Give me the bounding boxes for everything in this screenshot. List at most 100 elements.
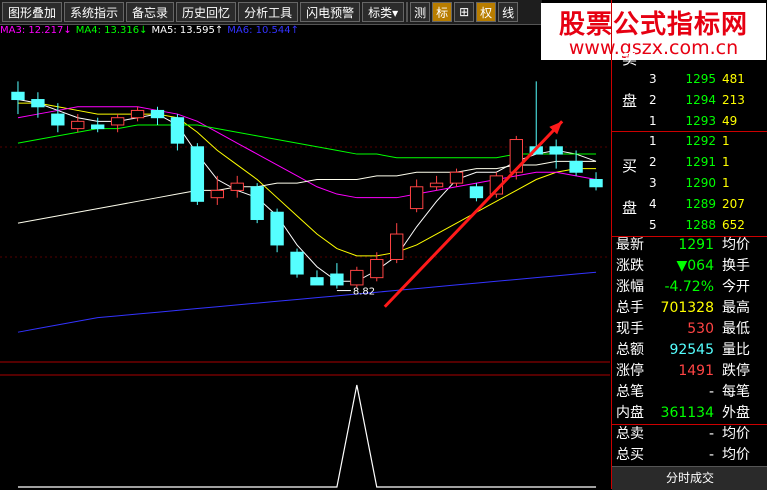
sell-side-label: 卖 — [622, 50, 638, 68]
order-volume: 49 — [722, 114, 738, 128]
candle-body — [449, 171, 464, 184]
order-volume: 1 — [722, 155, 730, 169]
ma-legend-item: MA6: 10.544↑ — [227, 25, 299, 36]
candle-body — [11, 91, 25, 101]
measure-icon[interactable]: 测 — [410, 2, 431, 22]
toolbar-button-6[interactable]: 标类▾ — [362, 2, 405, 22]
toolbar-button-4[interactable]: 分析工具 — [238, 2, 299, 22]
buy-order-row[interactable]: 2 1291 1 — [612, 155, 767, 176]
order-price: 1291 — [685, 155, 716, 169]
ma-legend-item: MA4: 13.316↓ — [75, 25, 148, 36]
toolbar: 图形叠加 系统指示 备忘录 历史回忆 分析工具 闪电预警 标类▾ 测标 ⊞ 权线 — [0, 0, 542, 25]
candle-body — [390, 233, 404, 260]
order-level: 3 — [649, 72, 657, 86]
order-volume: 213 — [722, 93, 745, 107]
tick-detail-button[interactable]: 分时成交 — [612, 466, 767, 490]
quote-row: 总买 - 均价 — [612, 445, 767, 466]
order-price: 1293 — [685, 114, 716, 128]
grid-icon[interactable]: ⊞ — [454, 2, 475, 22]
quote-value: - — [708, 447, 714, 463]
buy-order-row[interactable]: 1 1292 1 — [612, 134, 767, 155]
indicator-line — [17, 384, 597, 488]
order-level: 1 — [649, 114, 657, 128]
quote-row: 总额 92545 量比 — [612, 340, 767, 361]
quote-value: 530 — [687, 321, 714, 337]
candle-body — [589, 179, 603, 188]
candle-body — [270, 211, 284, 246]
quote-row: 涨幅 -4.72% 今开 — [612, 277, 767, 298]
order-price: 1288 — [685, 218, 716, 232]
quote-key-secondary: 均价 — [722, 447, 750, 463]
quote-row: 涨停 1491 跌停 — [612, 361, 767, 382]
order-price: 1295 — [685, 72, 716, 86]
order-volume: 481 — [722, 72, 745, 86]
order-level: 1 — [649, 134, 657, 148]
order-price: 1290 — [685, 176, 716, 190]
quote-key-secondary: 最低 — [722, 321, 750, 337]
order-price: 1289 — [685, 197, 716, 211]
candle-body — [150, 109, 165, 119]
quote-row: 总手 701328 最高 — [612, 298, 767, 319]
candle-body — [31, 99, 45, 108]
toolbar-button-1[interactable]: 系统指示 — [64, 2, 125, 22]
order-level: 3 — [649, 176, 657, 190]
quote-row: 最新 1291 均价 — [612, 235, 767, 256]
quote-value: - — [708, 384, 714, 400]
quote-key-secondary: 量比 — [722, 342, 750, 358]
order-volume: 207 — [722, 197, 745, 211]
candle-body — [350, 269, 364, 286]
candle-body — [230, 182, 244, 191]
quote-value: -4.72% — [664, 279, 714, 295]
candle-body — [51, 113, 65, 126]
order-volume: 652 — [722, 218, 745, 232]
quote-value: 361134 — [660, 405, 714, 421]
ma-line-ma3 — [17, 99, 597, 282]
candle-body — [170, 117, 185, 144]
line-icon[interactable]: 线 — [498, 2, 519, 22]
candle-body — [409, 186, 424, 210]
quote-key-secondary: 外盘 — [722, 405, 750, 421]
sell-order-row[interactable]: 2 1294 213 — [612, 93, 767, 114]
candle-body — [130, 109, 145, 119]
quote-value: 92545 — [669, 342, 714, 358]
order-price: 1292 — [685, 134, 716, 148]
toolbar-separator — [406, 2, 409, 22]
toolbar-button-5[interactable]: 闪电预警 — [300, 2, 361, 22]
quote-key-secondary: 换手 — [722, 258, 750, 274]
ma-legend-item: MA3: 12.217↓ — [0, 25, 72, 36]
quote-key-secondary: 跌停 — [722, 363, 750, 379]
buy-order-row[interactable]: 4 1289 207 — [612, 197, 767, 218]
quote-value: 701328 — [660, 300, 714, 316]
toolbar-button-0[interactable]: 图形叠加 — [2, 2, 63, 22]
order-price: 1294 — [685, 93, 716, 107]
quote-key: 涨幅 — [616, 279, 644, 295]
quote-key: 总买 — [616, 447, 644, 463]
kline-chart[interactable]: 8.82 — [0, 37, 610, 489]
quote-key-secondary: 每笔 — [722, 384, 750, 400]
toolbar-button-3[interactable]: 历史回忆 — [176, 2, 237, 22]
ma-line-ma6 — [17, 124, 597, 159]
sell-order-row[interactable]: 3 1295 481 — [612, 72, 767, 93]
candle-body — [210, 189, 224, 199]
quote-row: 涨跌 ▼064 换手 — [612, 256, 767, 277]
order-level: 2 — [649, 155, 657, 169]
candle-body — [569, 160, 583, 173]
quote-key: 总卖 — [616, 426, 644, 442]
quote-key-secondary: 今开 — [722, 279, 750, 295]
candle-body — [549, 146, 563, 155]
ma-line-ma5 — [17, 106, 597, 199]
candle-body — [469, 186, 484, 199]
quote-key: 最新 — [616, 237, 644, 253]
candle-body — [110, 117, 125, 126]
candle-body — [71, 120, 85, 130]
quote-row: 现手 530 最低 — [612, 319, 767, 340]
toolbar-button-2[interactable]: 备忘录 — [126, 2, 175, 22]
mark-icon[interactable]: 标 — [432, 2, 453, 22]
quote-key-secondary: 最高 — [722, 300, 750, 316]
trend-arrow-shaft — [383, 120, 564, 308]
quote-row: 总笔 - 每笔 — [612, 382, 767, 403]
candle-body — [310, 277, 324, 286]
rights-icon[interactable]: 权 — [476, 2, 497, 22]
buy-order-row[interactable]: 3 1290 1 — [612, 176, 767, 197]
quote-value: ▼064 — [676, 258, 715, 274]
